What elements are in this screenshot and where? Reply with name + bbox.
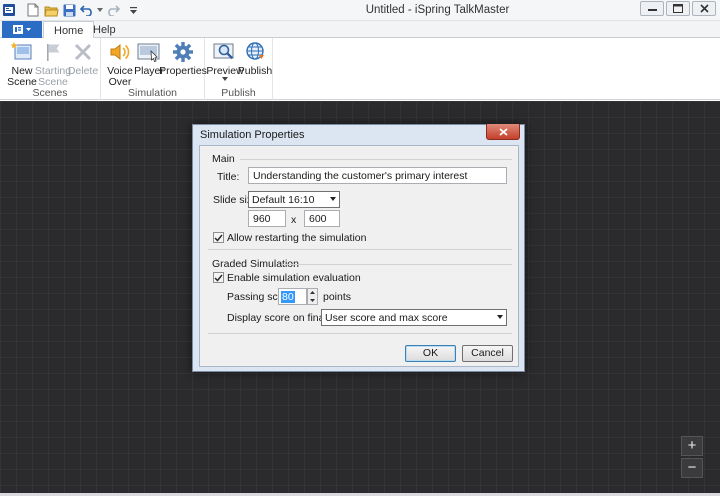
ribbon-tab-bar: Home Help bbox=[0, 21, 720, 39]
close-button[interactable] bbox=[692, 1, 716, 16]
voice-over-button[interactable]: Voice Over bbox=[106, 40, 134, 88]
simulation-properties-dialog: Simulation Properties Main Title: Unders… bbox=[192, 124, 525, 372]
divider bbox=[208, 333, 512, 334]
application-menu-button[interactable] bbox=[2, 21, 42, 38]
properties-label: Properties bbox=[159, 65, 207, 77]
player-icon bbox=[137, 40, 161, 64]
group-label-scenes: Scenes bbox=[32, 87, 68, 99]
chevron-down-icon bbox=[497, 315, 503, 319]
close-icon bbox=[498, 127, 508, 136]
group-simulation: Voice Over Player Properties Simulation bbox=[101, 38, 207, 100]
group-label-publish: Publish bbox=[221, 87, 256, 99]
spin-down-icon[interactable] bbox=[308, 297, 317, 305]
maximize-button[interactable] bbox=[666, 1, 690, 16]
title-input[interactable]: Understanding the customer's primary int… bbox=[248, 167, 507, 184]
preview-magnifier-icon bbox=[213, 40, 237, 64]
delete-icon bbox=[71, 40, 95, 64]
tab-help[interactable]: Help bbox=[83, 21, 126, 39]
delete-label: Delete bbox=[67, 65, 99, 77]
slide-size-value: Default 16:10 bbox=[252, 194, 315, 206]
new-scene-button[interactable]: New Scene bbox=[6, 40, 38, 88]
customize-toolbar-icon[interactable] bbox=[126, 1, 140, 19]
passing-score-value: 80 bbox=[281, 291, 295, 303]
enable-evaluation-checkbox[interactable] bbox=[213, 272, 224, 283]
display-score-select[interactable]: User score and max score bbox=[321, 309, 507, 326]
open-folder-icon[interactable] bbox=[42, 1, 60, 19]
dialog-title: Simulation Properties bbox=[200, 129, 305, 141]
points-label: points bbox=[323, 291, 352, 303]
voice-over-label: Voice Over bbox=[107, 65, 133, 88]
slide-height-input[interactable]: 600 bbox=[304, 210, 340, 227]
slide-width-input[interactable]: 960 bbox=[248, 210, 286, 227]
section-graded-divider bbox=[282, 264, 512, 265]
flag-icon bbox=[41, 40, 65, 64]
new-file-icon[interactable] bbox=[24, 1, 42, 19]
quick-access-toolbar bbox=[0, 0, 140, 21]
starting-scene-label: Starting Scene bbox=[34, 65, 72, 88]
allow-restart-checkbox[interactable] bbox=[213, 232, 224, 243]
chevron-down-icon bbox=[330, 197, 336, 201]
zoom-in-button[interactable]: + bbox=[681, 436, 703, 456]
gear-icon bbox=[171, 40, 195, 64]
divider bbox=[208, 249, 512, 250]
title-bar: Untitled - iSpring TalkMaster bbox=[0, 0, 720, 21]
dialog-close-button[interactable] bbox=[486, 124, 520, 140]
publish-label: Publish bbox=[237, 65, 273, 77]
ok-button[interactable]: OK bbox=[405, 345, 456, 362]
app-icon[interactable] bbox=[0, 1, 18, 19]
dialog-body: Main Title: Understanding the customer's… bbox=[199, 145, 519, 367]
starting-scene-button[interactable]: Starting Scene bbox=[34, 40, 72, 88]
cancel-button[interactable]: Cancel bbox=[462, 345, 513, 362]
zoom-out-button[interactable]: − bbox=[681, 458, 703, 478]
checkmark-icon bbox=[214, 234, 223, 242]
group-scenes: New Scene Starting Scene Delete Scenes bbox=[0, 38, 101, 100]
preview-dropdown-icon bbox=[222, 77, 228, 81]
group-label-simulation: Simulation bbox=[127, 87, 178, 99]
group-publish: Preview Publish Publish bbox=[205, 38, 273, 100]
properties-button[interactable]: Properties bbox=[159, 40, 207, 77]
window-controls bbox=[640, 1, 716, 16]
globe-publish-icon bbox=[243, 40, 267, 64]
display-score-value: User score and max score bbox=[325, 312, 448, 324]
passing-score-input[interactable]: 80 bbox=[278, 288, 307, 305]
redo-icon[interactable] bbox=[104, 1, 122, 19]
new-scene-label: New Scene bbox=[7, 65, 37, 88]
passing-score-spinner[interactable] bbox=[307, 288, 318, 305]
speaker-icon bbox=[108, 40, 132, 64]
minimize-button[interactable] bbox=[640, 1, 664, 16]
delete-button[interactable]: Delete bbox=[67, 40, 99, 77]
ribbon: New Scene Starting Scene Delete Scenes V… bbox=[0, 38, 720, 100]
enable-evaluation-label: Enable simulation evaluation bbox=[227, 272, 361, 284]
checkmark-icon bbox=[214, 274, 223, 282]
save-icon[interactable] bbox=[60, 1, 78, 19]
allow-restart-label: Allow restarting the simulation bbox=[227, 232, 367, 244]
publish-button[interactable]: Publish bbox=[237, 40, 273, 77]
undo-icon[interactable] bbox=[78, 1, 96, 19]
title-label: Title: bbox=[217, 171, 240, 183]
preview-button[interactable]: Preview bbox=[206, 40, 244, 81]
slide-size-select[interactable]: Default 16:10 bbox=[248, 191, 340, 208]
section-main-title: Main bbox=[212, 153, 235, 165]
spin-up-icon[interactable] bbox=[308, 289, 317, 297]
new-scene-icon bbox=[10, 40, 34, 64]
undo-dropdown-icon[interactable] bbox=[96, 1, 104, 19]
size-separator: x bbox=[291, 214, 297, 226]
section-main-divider bbox=[240, 159, 512, 160]
